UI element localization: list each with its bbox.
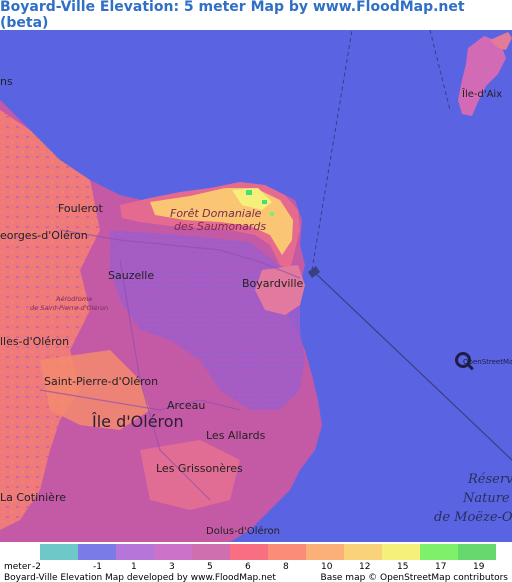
legend-value-label: -1 bbox=[93, 562, 102, 572]
legend-swatch bbox=[230, 544, 268, 560]
elevation-map[interactable]: Île-d'Aix ns Foulerot eorges-d'Oléron Fo… bbox=[0, 30, 512, 542]
place-des-saumonards: des Saumonards bbox=[174, 220, 267, 233]
legend-swatch bbox=[344, 544, 382, 560]
page-title: Boyard-Ville Elevation: 5 meter Map by w… bbox=[0, 0, 465, 31]
place-arceau: Arceau bbox=[167, 399, 206, 412]
legend-value-label: 5 bbox=[207, 562, 213, 572]
legend-swatch bbox=[382, 544, 420, 560]
place-saint-pierre: Saint-Pierre-d'Oléron bbox=[44, 375, 159, 388]
header: Boyard-Ville Elevation: 5 meter Map by w… bbox=[0, 0, 512, 31]
place-boyardville: Boyardville bbox=[242, 277, 304, 290]
place-reserve-2: Nature bbox=[463, 491, 510, 506]
footer-credit: Boyard-Ville Elevation Map developed by … bbox=[4, 573, 276, 582]
place-cotiniere: La Cotinière bbox=[0, 491, 66, 504]
place-aerodrome-saint-pierre: de Saint-Pierre-d'Oléron bbox=[30, 304, 109, 312]
legend-value-label: 17 bbox=[435, 562, 447, 572]
legend-unit-label: meter bbox=[4, 562, 32, 572]
legend-value-label: 15 bbox=[397, 562, 409, 572]
legend-swatch bbox=[116, 544, 154, 560]
place-ile-doleron: Île d'Oléron bbox=[92, 412, 184, 431]
place-les-allards: Les Allards bbox=[206, 429, 266, 442]
place-aerodrome: Aérodrome bbox=[56, 295, 93, 303]
place-foulerot: Foulerot bbox=[58, 202, 103, 215]
place-foret-domaniale: Forêt Domaniale bbox=[170, 207, 262, 220]
place-reserve-1: Réserv bbox=[468, 472, 512, 487]
footer-basemap-credit: Base map © OpenStreetMap contributors bbox=[320, 573, 508, 582]
legend-value-label: 12 bbox=[359, 562, 371, 572]
place-fouras: ns bbox=[0, 75, 13, 88]
legend-swatch bbox=[306, 544, 344, 560]
legend-swatch bbox=[420, 544, 458, 560]
place-saint-georges: eorges-d'Oléron bbox=[0, 229, 88, 242]
place-ile-daix: Île-d'Aix bbox=[462, 89, 503, 100]
legend-swatch bbox=[154, 544, 192, 560]
legend-value-label: -2 bbox=[32, 562, 41, 572]
openstreetmap-logo-icon: OpenStreetMap bbox=[455, 352, 512, 372]
elevation-legend: meter -2 -1 1 3 5 6 8 10 12 15 17 19 Boyard-Ville E… bbox=[0, 542, 512, 582]
legend-swatch bbox=[458, 544, 496, 560]
legend-swatch bbox=[40, 544, 78, 560]
legend-value-label: 10 bbox=[321, 562, 333, 572]
place-sauzelle: Sauzelle bbox=[108, 269, 155, 282]
legend-color-bar bbox=[40, 544, 496, 560]
dune-peak bbox=[246, 190, 252, 195]
place-reserve-3: de Moëze-O bbox=[434, 510, 512, 525]
place-dolus: Dolus-d'Oléron bbox=[206, 526, 280, 537]
legend-value-label: 1 bbox=[131, 562, 137, 572]
place-les-grissoneres: Les Grissonères bbox=[156, 462, 243, 475]
legend-value-label: 3 bbox=[169, 562, 175, 572]
legend-swatch bbox=[192, 544, 230, 560]
legend-value-label: 8 bbox=[283, 562, 289, 572]
legend-swatch bbox=[268, 544, 306, 560]
legend-value-label: 19 bbox=[473, 562, 485, 572]
legend-value-label: 6 bbox=[245, 562, 251, 572]
legend-swatch bbox=[78, 544, 116, 560]
place-cheray: lles-d'Oléron bbox=[0, 335, 70, 348]
